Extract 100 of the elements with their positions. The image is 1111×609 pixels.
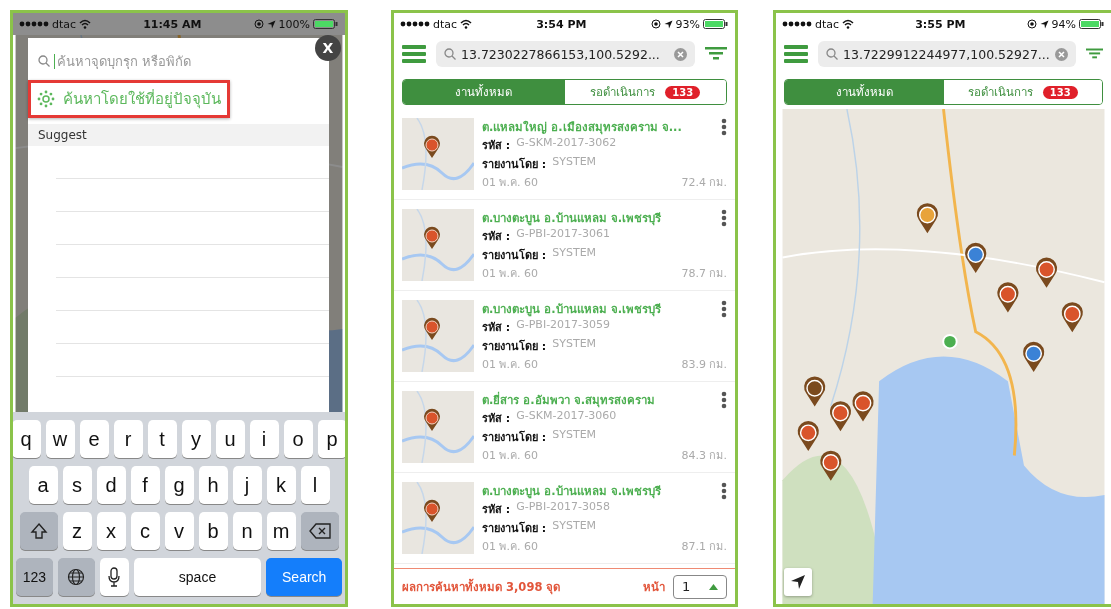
item-distance: 87.1 กม. <box>681 539 727 555</box>
carrier-name: dtac <box>433 17 458 31</box>
keyboard-key[interactable]: t <box>147 420 177 458</box>
list-item[interactable]: ต.บางตะบูน อ.บ้านแหลม จ.เพชรบุรี รหัส : G-PBI-2017-3059 รายงานโดย : SYSTEM 01 พ.ค. 60 83.9 กม. <box>394 291 735 382</box>
shift-icon <box>29 522 48 540</box>
keyboard-key[interactable]: x <box>96 512 126 550</box>
globe-icon <box>67 568 86 586</box>
filter-icon[interactable] <box>1085 47 1103 61</box>
keyboard-key[interactable]: b <box>198 512 228 550</box>
microphone-icon <box>108 567 121 587</box>
navigation-arrow-icon <box>790 574 806 590</box>
battery-percent: 100% <box>278 17 310 31</box>
list-item[interactable]: ต.บางตะบูน อ.บ้านแหลม จ.เพชรบุรี รหัส : G-PBI-2017-3061 รายงานโดย : SYSTEM 01 พ.ค. 60 78.7 กม. <box>394 200 735 291</box>
keyboard-key[interactable]: d <box>96 466 126 504</box>
keyboard-key[interactable]: w <box>45 420 75 458</box>
keyboard-key[interactable]: q <box>13 420 41 458</box>
keyboard-key[interactable]: c <box>130 512 160 550</box>
carrier-name: dtac <box>52 17 77 31</box>
more-icon[interactable] <box>721 391 727 409</box>
item-title: ต.บางตะบูน อ.บ้านแหลม จ.เพชรบุรี <box>482 301 662 318</box>
carrier-name: dtac <box>815 17 840 31</box>
field-label: รหัส : <box>482 411 511 428</box>
keyboard-key[interactable]: r <box>113 420 143 458</box>
tab[interactable]: งานทั้งหมด <box>403 80 565 104</box>
search-field[interactable]: 13.7229912244977,100.52927... <box>818 41 1076 67</box>
reporter-name: SYSTEM <box>552 154 597 170</box>
list-item[interactable]: ต.บางตะบูน อ.บ้านแหลม จ.เพชรบุรี รหัส : G-PBI-2017-3058 รายงานโดย : SYSTEM 01 พ.ค. 60 87.1 กม. <box>394 473 735 564</box>
battery-percent: 93% <box>675 17 700 31</box>
signal-icon <box>19 20 49 28</box>
item-date: 01 พ.ค. 60 <box>482 357 538 373</box>
field-label: รหัส : <box>482 138 511 155</box>
keyboard-key[interactable]: l <box>300 466 330 504</box>
reporter-name: SYSTEM <box>552 518 597 534</box>
keyboard-key[interactable]: e <box>79 420 109 458</box>
keyboard-key[interactable]: y <box>181 420 211 458</box>
menu-icon[interactable] <box>402 45 426 63</box>
reporter-name: SYSTEM <box>552 427 597 443</box>
backspace-icon <box>308 523 331 539</box>
tab[interactable]: งานทั้งหมด <box>785 80 944 104</box>
item-title: ต.บางตะบูน อ.บ้านแหลม จ.เพชรบุรี <box>482 210 662 227</box>
keyboard-key[interactable]: k <box>266 466 296 504</box>
search-field[interactable]: 13.7230227866153,100.5292... <box>436 41 695 67</box>
keyboard-key[interactable]: z <box>62 512 92 550</box>
globe-key[interactable] <box>57 558 95 596</box>
clear-icon[interactable] <box>674 47 687 61</box>
filter-icon[interactable] <box>705 47 727 61</box>
search-input[interactable]: ค้นหาจุดบุกรุก หรือพิกัด <box>54 53 279 69</box>
reporter-name: SYSTEM <box>552 245 597 261</box>
list-item[interactable]: ต.แหลมใหญ่ อ.เมืองสมุทรสงคราม จ... รหัส : G-SKM-2017-3062 รายงานโดย : SYSTEM 01 พ.ค. 60 72.4 กม. <box>394 109 735 200</box>
page-selector[interactable]: 1 <box>673 574 727 599</box>
item-date: 01 พ.ค. 60 <box>482 266 538 282</box>
keyboard-key[interactable]: m <box>266 512 296 550</box>
rotation-lock-icon <box>253 19 264 29</box>
status-time: 11:45 AM <box>142 17 203 31</box>
keyboard-key[interactable]: n <box>232 512 262 550</box>
numbers-key[interactable]: 123 <box>16 558 53 596</box>
menu-icon[interactable] <box>784 45 808 63</box>
keyboard-key[interactable]: g <box>164 466 194 504</box>
shift-key[interactable] <box>19 512 58 550</box>
item-date: 01 พ.ค. 60 <box>482 539 538 555</box>
status-time: 3:55 PM <box>914 17 967 31</box>
keyboard-key[interactable]: i <box>249 420 279 458</box>
wifi-icon <box>79 19 92 29</box>
more-icon[interactable] <box>721 118 727 136</box>
rotation-lock-icon <box>1026 19 1037 29</box>
keyboard-key[interactable]: u <box>215 420 245 458</box>
dictation-key[interactable] <box>99 558 129 596</box>
more-icon[interactable] <box>721 300 727 318</box>
delete-key[interactable] <box>300 512 339 550</box>
search-key[interactable]: Search <box>266 558 342 596</box>
field-label: รายงานโดย : <box>482 429 547 446</box>
keyboard-key[interactable]: s <box>62 466 92 504</box>
item-code: G-PBI-2017-3061 <box>516 227 611 243</box>
my-location-button[interactable] <box>784 568 812 596</box>
item-title: ต.ยี่สาร อ.อัมพวา จ.สมุทรสงคราม <box>482 391 656 409</box>
keyboard-key[interactable]: f <box>130 466 160 504</box>
item-code: G-PBI-2017-3059 <box>516 318 611 334</box>
search-icon <box>826 48 838 60</box>
keyboard-key[interactable]: o <box>283 420 313 458</box>
keyboard-key[interactable]: a <box>28 466 58 504</box>
wifi-icon <box>842 19 855 29</box>
locate-icon <box>37 90 55 108</box>
result-count: ผลการค้นหาทั้งหมด 3,098 จุด <box>402 577 562 596</box>
keyboard-key[interactable]: p <box>317 420 345 458</box>
count-badge: 133 <box>1042 85 1078 99</box>
location-icon <box>1039 19 1049 29</box>
section-header: Suggest <box>28 124 329 146</box>
clear-icon[interactable] <box>1054 47 1068 61</box>
field-label: รหัส : <box>482 320 511 337</box>
count-badge: 133 <box>665 85 701 99</box>
more-icon[interactable] <box>721 482 727 500</box>
space-key[interactable]: space <box>133 558 262 596</box>
keyboard-key[interactable]: j <box>232 466 262 504</box>
list-item[interactable]: ต.ยี่สาร อ.อัมพวา จ.สมุทรสงคราม รหัส : G-SKM-2017-3060 รายงานโดย : SYSTEM 01 พ.ค. 60 84.3 กม. <box>394 382 735 473</box>
more-icon[interactable] <box>721 209 727 227</box>
item-distance: 84.3 กม. <box>681 448 727 464</box>
field-label: รหัส : <box>482 502 511 519</box>
keyboard-key[interactable]: v <box>164 512 194 550</box>
keyboard-key[interactable]: h <box>198 466 228 504</box>
status-time: 3:54 PM <box>535 17 588 31</box>
